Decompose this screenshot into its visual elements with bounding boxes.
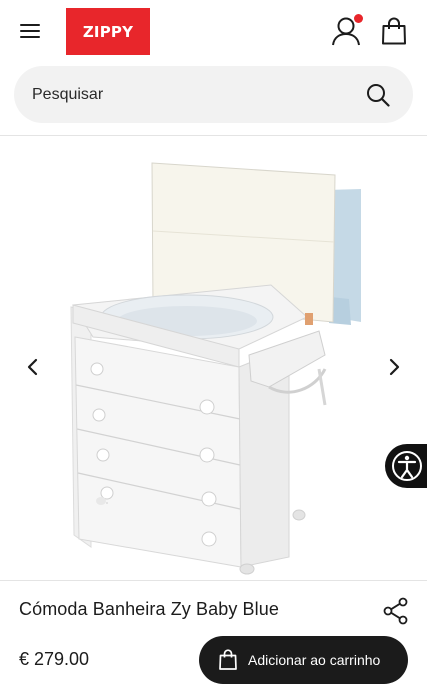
header: ZIPPY [0, 0, 427, 64]
search-bar [14, 66, 413, 123]
notification-dot [354, 14, 363, 23]
chevron-left-icon[interactable] [23, 355, 43, 379]
chevron-right-icon[interactable] [384, 355, 404, 379]
product-price: € 279.00 [19, 649, 90, 669]
share-icon[interactable] [383, 597, 409, 625]
logo-text: ZIPPY [82, 22, 134, 41]
add-to-cart-label: Adicionar ao carrinho [248, 652, 381, 668]
search-icon[interactable] [366, 83, 390, 107]
zippy-logo[interactable]: ZIPPY [66, 8, 150, 55]
accessibility-icon [392, 451, 422, 481]
product-image [70, 162, 361, 575]
header-divider [0, 135, 427, 136]
shopping-bag-icon [219, 649, 237, 670]
product-title: Cómoda Banheira Zy Baby Blue [19, 599, 279, 619]
accessibility-button[interactable] [385, 444, 427, 488]
menu-icon[interactable] [20, 22, 42, 40]
gallery-divider [0, 580, 427, 581]
shopping-bag-icon[interactable] [381, 17, 407, 45]
search-input[interactable] [32, 66, 352, 123]
product-image-gallery[interactable] [19, 137, 408, 579]
add-to-cart-button[interactable]: Adicionar ao carrinho [199, 636, 408, 684]
